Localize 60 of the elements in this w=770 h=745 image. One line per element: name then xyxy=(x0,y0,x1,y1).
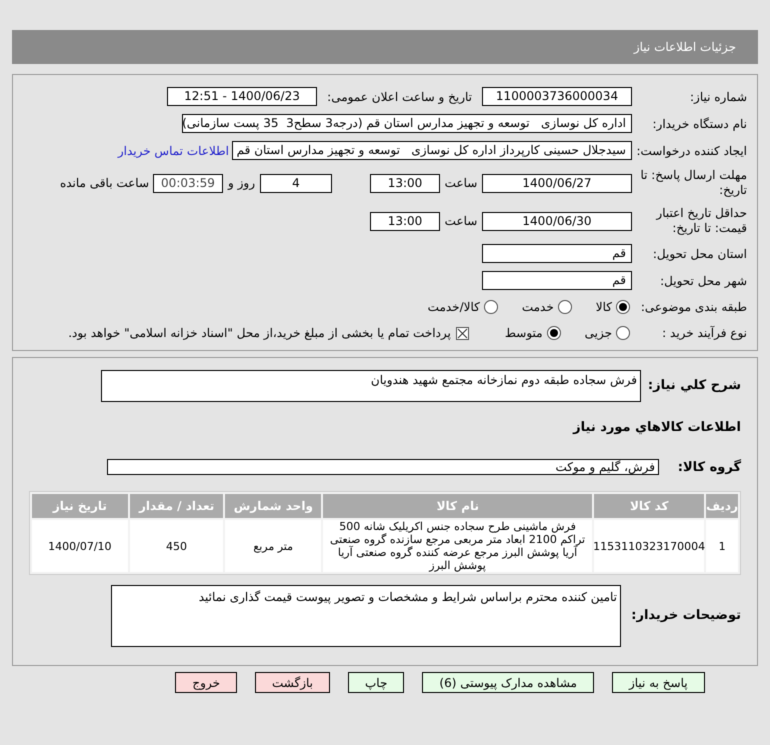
buyer-contact-link[interactable]: اطلاعات تماس خریدار xyxy=(118,142,229,160)
action-button[interactable]: خروج xyxy=(175,672,237,693)
table-cell: 450 xyxy=(130,520,224,572)
radio-option[interactable]: کالا/خدمت xyxy=(428,298,498,316)
need-number-field: 1100003736000034 xyxy=(482,87,632,106)
section-label: توضیحات خریدار: xyxy=(631,608,741,624)
field-label: نام دستگاه خریدار: xyxy=(652,116,747,130)
field-label: شماره نیاز: xyxy=(690,90,747,104)
days-field: 4 xyxy=(260,174,332,192)
field-label: شهر محل تحویل: xyxy=(660,274,747,288)
table-cell: 1 xyxy=(706,520,738,572)
buyer-org-field: اداره کل نوسازی توسعه و تجهیز مدارس استان قم (درجه3 سطح3 35 پست سازمانی) xyxy=(182,114,632,133)
radio-option[interactable]: جزیی xyxy=(584,324,630,342)
table-cell: فرش ماشینی طرح سجاده جنس اکریلیک شانه 500 تراکم 2100 ابعاد متر مربعی مرجع سازنده گروه صنعتی آریا پوشش البرز مرجع عرضه کننده گروه صنعتی آریا پوشش البرز xyxy=(323,520,592,572)
action-button[interactable]: مشاهده مدارک پیوستی (6) xyxy=(422,672,594,693)
time-field: 13:00 xyxy=(370,212,440,230)
city-field: قم xyxy=(482,271,632,290)
date-field: 1400/06/27 xyxy=(482,174,632,192)
field-label: طبقه بندی موضوعی: xyxy=(640,300,747,314)
table-cell: 1400/07/10 xyxy=(32,520,128,572)
field-label: حداقل تاریخ اعتبار قیمت: تا تاریخ: xyxy=(656,206,747,235)
cross-icon xyxy=(456,328,468,338)
section-label: شرح كلي نياز: xyxy=(648,378,741,393)
table-cell: 1153110323170004 xyxy=(594,520,704,572)
column-header: تعداد / مقدار xyxy=(130,494,224,518)
action-button[interactable]: پاسخ به نیاز xyxy=(612,672,705,693)
days-label: روز و xyxy=(226,175,256,192)
page-title: جزئیات اطلاعات نیاز xyxy=(634,39,736,56)
column-header: تاریخ نیاز xyxy=(32,494,128,518)
goods-group-field: فرش، گلیم و موکت xyxy=(107,459,659,476)
time-label: ساعت xyxy=(444,175,478,192)
province-field: قم xyxy=(482,244,632,263)
time-label: ساعت xyxy=(444,213,478,230)
payment-checkbox[interactable] xyxy=(456,326,469,340)
column-header: واحد شمارش xyxy=(225,494,322,518)
remaining-time-field: 00:03:59 xyxy=(153,174,223,192)
field-label: تاریخ و ساعت اعلان عمومی: xyxy=(327,90,472,104)
section-label: گروه کالا: xyxy=(678,460,741,474)
remaining-label: ساعت باقی مانده xyxy=(60,175,150,192)
field-label: نوع فرآیند خرید : xyxy=(662,326,747,340)
buyer-notes-field: تامین کننده محترم براساس شرایط و مشخصات و تصویر پیوست قیمت گذاری نمائید xyxy=(111,585,621,647)
radio-option[interactable]: کالا xyxy=(596,298,630,316)
field-label: ایجاد کننده درخواست: xyxy=(636,144,747,158)
section-title: اطلاعات كالاهاي مورد نياز xyxy=(573,420,741,435)
radio-option[interactable]: متوسط xyxy=(504,324,561,342)
action-button[interactable]: بازگشت xyxy=(255,672,330,693)
time-field: 13:00 xyxy=(370,174,440,192)
column-header: نام کالا xyxy=(323,494,592,518)
action-button[interactable]: چاپ xyxy=(348,672,404,693)
announce-date-field: 1400/06/23 - 12:51 xyxy=(167,87,317,106)
column-header: کد کالا xyxy=(594,494,704,518)
date-field: 1400/06/30 xyxy=(482,212,632,230)
table-cell: متر مربع xyxy=(225,520,322,572)
field-label: استان محل تحویل: xyxy=(652,246,747,260)
field-label: مهلت ارسال پاسخ: تا تاریخ: xyxy=(640,168,747,197)
requester-field: سیدجلال حسینی کارپرداز اداره کل نوسازی توسعه و تجهیز مدارس استان قم xyxy=(232,141,632,160)
column-header: ردیف xyxy=(706,494,738,518)
description-field: فرش سجاده طبقه دوم نمازخانه مجتمع شهید هندویان xyxy=(101,370,641,402)
payment-note: پرداخت تمام یا بخشی از مبلغ خرید،از محل "اسناد خزانه اسلامی" خواهد بود. xyxy=(68,325,451,342)
radio-option[interactable]: خدمت xyxy=(522,298,572,316)
